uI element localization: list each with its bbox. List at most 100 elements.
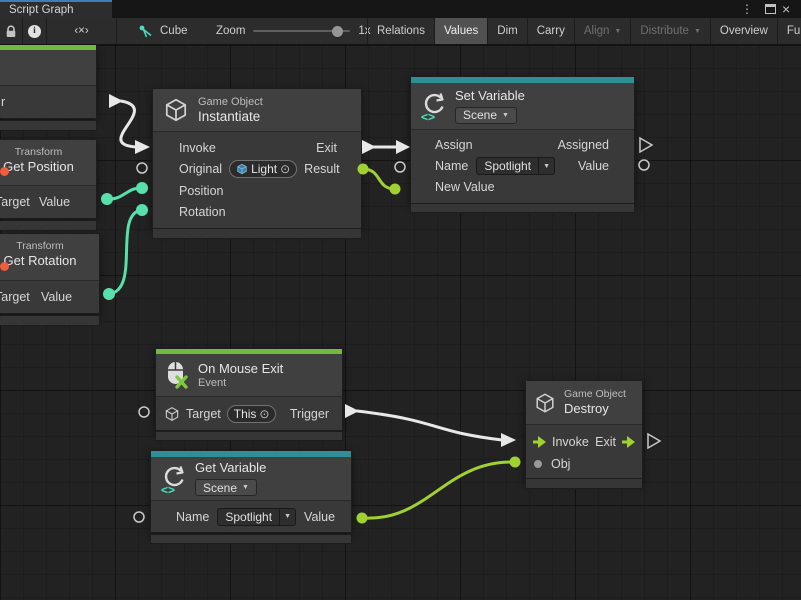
- name-port-label: Name: [176, 510, 209, 524]
- chevron-down-icon: ▼: [502, 112, 509, 119]
- node-instantiate[interactable]: Game Object Instantiate Invoke Exit Orig…: [152, 88, 362, 229]
- clipped-event-header: [0, 50, 96, 86]
- rotation-row: Rotation: [153, 201, 361, 222]
- scope-value: Scene: [463, 108, 497, 122]
- kebab-menu-icon[interactable]: ⋮: [741, 0, 753, 18]
- carry-button[interactable]: Carry: [528, 18, 575, 44]
- object-picker-icon[interactable]: ⊙: [259, 408, 269, 420]
- get-variable-header: <> Get Variable Scene ▼: [151, 457, 351, 501]
- node-subtitle: Event: [198, 377, 283, 390]
- node-destroy[interactable]: Game Object Destroy Invoke Exit Obj: [525, 380, 643, 481]
- zoom-slider[interactable]: [253, 30, 350, 32]
- toolbar-right-group: Relations Values Dim Carry Align▼ Distri…: [367, 18, 801, 44]
- variable-scope-dropdown[interactable]: Scene ▼: [455, 107, 517, 124]
- assign-row: Assign Assigned: [411, 135, 634, 155]
- maximize-icon[interactable]: [765, 0, 776, 18]
- rotation-port-label: Rotation: [179, 205, 226, 219]
- graph-breadcrumb[interactable]: Cube: [138, 18, 188, 44]
- values-button[interactable]: Values: [435, 18, 488, 44]
- exit-port-label: Exit: [595, 435, 616, 449]
- exit-port-label: Exit: [316, 141, 337, 155]
- invoke-exit-row: Invoke Exit: [153, 137, 361, 158]
- assign-port-label: Assign: [435, 138, 473, 152]
- name-port-label: Name: [435, 159, 468, 173]
- get-position-header: Transform Get Position: [0, 140, 96, 186]
- node-get-rotation[interactable]: Transform Get Rotation Target Value: [0, 233, 100, 314]
- connected-arrow-icon: [532, 435, 547, 449]
- target-port-label: Target: [0, 195, 30, 209]
- clipped-port-label: r: [1, 95, 5, 109]
- name-value: Spotlight: [477, 158, 538, 174]
- position-port-label: Position: [179, 184, 223, 198]
- value-port-label: Value: [304, 510, 335, 524]
- variable-scope-dropdown[interactable]: Scene ▼: [195, 479, 257, 496]
- game-object-icon: [236, 163, 248, 175]
- connected-arrow-icon: [621, 435, 636, 449]
- obj-port-label: Obj: [551, 457, 570, 471]
- node-title: Get Position: [0, 159, 96, 175]
- node-category: Transform: [0, 240, 99, 253]
- node-title: On Mouse Exit: [198, 361, 283, 377]
- chevron-down-icon: ▼: [694, 28, 701, 35]
- invoke-port-label: Invoke: [179, 141, 216, 155]
- chevron-down-icon: ▼: [543, 163, 550, 170]
- code-icon: ‹×›: [74, 25, 88, 37]
- close-icon[interactable]: ×: [782, 0, 790, 18]
- invoke-exit-row: Invoke Exit: [526, 431, 642, 453]
- mouse-exit-icon: [165, 360, 189, 390]
- warning-dot-icon: [0, 167, 9, 176]
- get-position-port-row: Target Value: [0, 186, 96, 218]
- node-title: Set Variable: [455, 88, 525, 104]
- clipped-event-port-row: r: [0, 86, 96, 118]
- variable-name-dropdown[interactable]: Spotlight ▼: [217, 508, 296, 526]
- toolbar-left-group: i ‹×›: [0, 18, 117, 44]
- tab-title: Script Graph: [9, 4, 74, 16]
- chevron-down-icon: ▼: [242, 484, 249, 491]
- object-field-value: This: [234, 407, 257, 421]
- lock-icon: [5, 25, 17, 38]
- node-category: Game Object: [198, 96, 263, 109]
- graph-canvas[interactable]: [0, 45, 801, 600]
- node-title: Get Rotation: [0, 253, 99, 269]
- position-row: Position: [153, 180, 361, 201]
- node-footer: [410, 203, 635, 213]
- node-category: Transform: [0, 146, 96, 159]
- tab-script-graph[interactable]: Script Graph: [0, 0, 112, 18]
- lock-button[interactable]: [0, 18, 23, 44]
- node-title: Destroy: [564, 401, 626, 417]
- zoom-control: Zoom 1x: [216, 18, 371, 44]
- cube-icon: [534, 392, 556, 414]
- object-field-this[interactable]: This ⊙: [227, 405, 277, 423]
- node-category: Game Object: [564, 388, 626, 401]
- node-footer: [155, 431, 343, 441]
- node-footer: [0, 315, 100, 326]
- node-on-mouse-exit[interactable]: On Mouse Exit Event Target This ⊙ Trigge…: [155, 348, 343, 431]
- node-clipped-event[interactable]: r: [0, 44, 97, 119]
- node-footer: [150, 534, 352, 544]
- zoom-slider-thumb[interactable]: [332, 26, 343, 37]
- name-value: Spotlight: [218, 509, 279, 525]
- obj-row: Obj: [526, 453, 642, 475]
- dim-button[interactable]: Dim: [488, 18, 527, 44]
- node-title: Get Variable: [195, 460, 266, 476]
- edit-graph-button[interactable]: ‹×›: [47, 18, 117, 44]
- node-get-position[interactable]: Transform Get Position Target Value: [0, 139, 97, 219]
- set-variable-header: <> Set Variable Scene ▼: [411, 83, 634, 130]
- variable-name-dropdown[interactable]: Spotlight ▼: [476, 157, 555, 175]
- fullscreen-button[interactable]: Full Screen: [778, 18, 801, 44]
- variable-icon: <>: [420, 90, 446, 122]
- info-icon: i: [28, 25, 41, 38]
- relations-button[interactable]: Relations: [367, 18, 435, 44]
- object-field-light[interactable]: Light ⊙: [229, 160, 297, 178]
- node-set-variable[interactable]: <> Set Variable Scene ▼ Assign Assigned …: [410, 76, 635, 204]
- distribute-button[interactable]: Distribute▼: [631, 18, 711, 44]
- info-button[interactable]: i: [23, 18, 47, 44]
- node-get-variable[interactable]: <> Get Variable Scene ▼ Name Spotlight ▼…: [150, 450, 352, 533]
- result-port-label: Result: [304, 162, 339, 176]
- object-picker-icon[interactable]: ⊙: [280, 163, 290, 175]
- get-rotation-header: Transform Get Rotation: [0, 234, 99, 281]
- object-field-value: Light: [251, 162, 277, 176]
- align-button[interactable]: Align▼: [575, 18, 632, 44]
- overview-button[interactable]: Overview: [711, 18, 778, 44]
- cube-icon: [163, 97, 189, 123]
